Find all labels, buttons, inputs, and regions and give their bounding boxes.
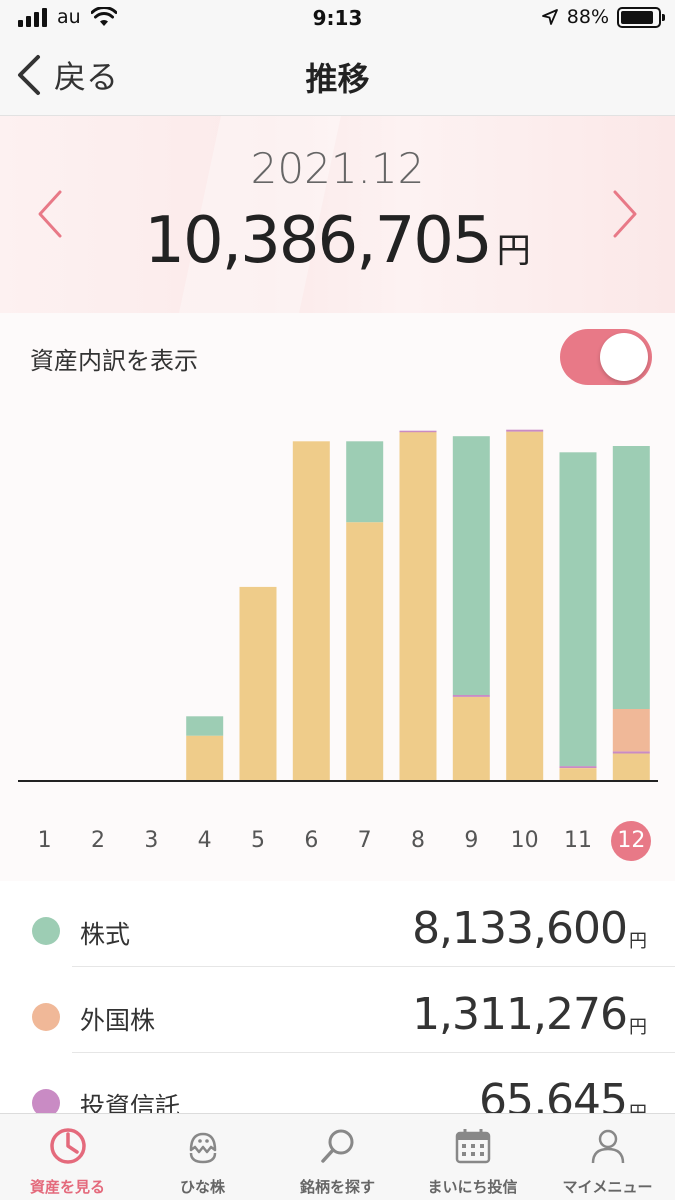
bar-segment-stocks-12 [612,446,650,709]
breakdown-name: 投資信託 [80,1092,181,1113]
month-tick-12[interactable]: 12 [611,821,652,861]
breakdown-row[interactable]: 株式 8,133,600 円 [0,881,675,967]
back-button[interactable]: 戻る [14,52,118,98]
battery-icon [617,6,665,28]
next-month-button[interactable] [605,184,645,244]
breakdown-toggle-row: 資産内訳を表示 [0,313,675,401]
status-bar: au 9:13 88% [0,0,675,38]
breakdown-amount: 8,133,600 [412,903,628,954]
month-tick-8[interactable]: 8 [398,821,438,861]
tab-person[interactable]: マイメニュー [540,1114,675,1200]
battery-percent: 88% [566,6,609,28]
tab-label: 銘柄を探す [299,1178,375,1196]
legend-dot-icon [32,1003,60,1031]
bar-segment-domestic-12 [612,753,650,781]
bar-segment-stocks-9 [452,436,490,695]
chevron-right-icon [613,190,637,238]
breakdown-unit: 円 [629,1099,647,1113]
breakdown-amount: 65,645 [479,1075,628,1113]
stacked-bar-chart [18,429,658,782]
month-tick-10[interactable]: 10 [505,821,545,861]
bar-segment-domestic-10 [506,431,544,781]
breakdown-unit: 円 [629,931,647,952]
month-tick-7[interactable]: 7 [345,821,385,861]
bar-segment-stocks-11 [559,452,597,767]
bar-segment-funds-8 [399,430,437,433]
breakdown-row[interactable]: 外国株 1,311,276 円 [0,967,675,1053]
bar-segment-funds-12 [612,751,650,754]
month-tick-1[interactable]: 1 [25,821,65,861]
bar-segment-funds-9 [452,695,490,697]
asset-chart: 1 2 3 4 5 6 7 8 9 10 11 12 [0,401,675,881]
tab-label: ひな株 [179,1178,225,1196]
bar-segment-domestic-11 [559,768,597,781]
breakdown-amount: 1,311,276 [412,989,628,1040]
tab-calendar[interactable]: まいにち投信 [405,1114,540,1200]
asset-breakdown-list: 株式8,133,600円外国株1,311,276円投資信託65,645円 [0,881,675,1113]
month-tick-11[interactable]: 11 [558,821,598,861]
month-tick-3[interactable]: 3 [131,821,171,861]
summary-header: 2021.12 10,386,705 円 [0,116,675,313]
tab-chick[interactable]: ひな株 [135,1114,270,1200]
tab-label: まいにち投信 [427,1178,518,1196]
tab-label: マイメニュー [562,1178,653,1196]
month-axis: 1 2 3 4 5 6 7 8 9 10 11 12 [0,821,675,871]
nav-bar: 戻る 推移 [0,38,675,116]
bar-segment-domestic-4 [186,735,224,781]
bar-segment-domestic-7 [346,522,384,781]
breakdown-unit: 円 [629,1017,647,1038]
bar-segment-stocks-7 [346,441,384,523]
tab-pie-chart[interactable]: 資産を見る [0,1114,135,1200]
bar-segment-stocks-4 [186,716,224,736]
breakdown-name: 株式 [80,920,131,949]
total-unit: 円 [496,231,531,271]
tab-search[interactable]: 銘柄を探す [270,1114,405,1200]
location-arrow-icon [541,9,558,25]
tab-bar: 資産を見る ひな株 銘柄を探す まいにち投信 マイメニュー [0,1113,675,1200]
chevron-left-icon [18,55,40,95]
breakdown-name: 外国株 [80,1006,156,1035]
bar-segment-domestic-5 [239,586,277,781]
bar-segment-domestic-6 [292,441,330,781]
toggle-knob [600,333,648,381]
breakdown-row[interactable]: 投資信託 65,645円 [0,1053,675,1113]
battery-fill [621,10,653,24]
month-tick-9[interactable]: 9 [451,821,491,861]
breakdown-toggle-label: 資産内訳を表示 [30,347,198,375]
legend-dot-icon [32,1089,60,1113]
legend-dot-icon [32,917,60,945]
month-tick-6[interactable]: 6 [291,821,331,861]
month-tick-2[interactable]: 2 [78,821,118,861]
bar-segment-domestic-9 [452,696,490,781]
breakdown-toggle-switch[interactable] [560,329,652,385]
tab-label: 資産を見る [29,1178,105,1196]
month-tick-4[interactable]: 4 [185,821,225,861]
bar-segment-funds-11 [559,766,597,768]
bar-segment-foreign_stocks-12 [612,709,650,752]
total-value: 10,386,705 [144,204,492,278]
month-tick-5[interactable]: 5 [238,821,278,861]
bar-segment-domestic-8 [399,431,437,781]
total-amount: 10,386,705 円 [0,204,675,278]
status-right: 88% [541,6,665,28]
period-label: 2021.12 [250,144,425,193]
back-label: 戻る [54,58,119,96]
bar-segment-funds-10 [506,429,544,432]
